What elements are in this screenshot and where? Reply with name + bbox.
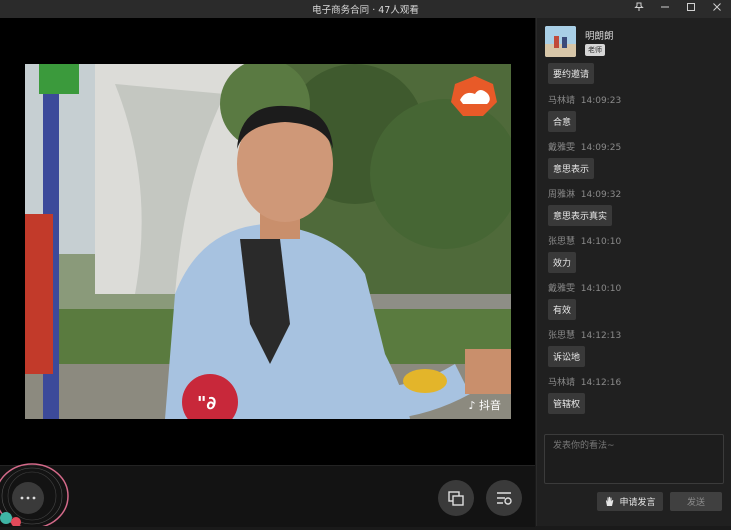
chat-message-text: 有效	[548, 299, 577, 320]
apply-to-speak-label: 申请发言	[619, 498, 656, 508]
chat-message-text: 意思表示	[548, 158, 595, 179]
chat-user: 张思慧	[548, 331, 576, 341]
layout-icon	[448, 491, 464, 506]
chat-time: 14:10:10	[580, 237, 622, 247]
chat-meta: 周雅淋 14:09:32	[548, 187, 621, 201]
chat-time: 14:12:13	[580, 331, 622, 341]
chat-message-text: 管辖权	[548, 393, 586, 414]
avatar	[545, 26, 576, 57]
chat-meta: 戴雅雯 14:09:25	[548, 140, 621, 154]
chat-user: 张思慧	[548, 237, 576, 247]
chat-meta: 戴雅雯 14:10:10	[548, 281, 621, 295]
tiktok-icon: ♪	[468, 399, 476, 412]
list-item: 周雅淋 14:09:32 意思表示真实	[548, 187, 621, 226]
minimize-icon[interactable]	[659, 2, 671, 17]
teacher-role-badge: 老师	[585, 44, 605, 56]
chat-time: 14:09:32	[580, 190, 622, 200]
more-icon	[0, 463, 69, 529]
svg-text:"∂: "∂	[197, 393, 216, 414]
chat-time: 14:12:16	[580, 378, 622, 388]
teacher-info: 明朗朗 老师	[545, 24, 725, 62]
more-button[interactable]	[0, 462, 74, 529]
chat-message-text: 要约邀请	[548, 63, 595, 84]
chat-meta: 张思慧 14:10:10	[548, 234, 621, 248]
video-watermark: ♪ 抖音	[468, 397, 501, 413]
chat-message-text: 合意	[548, 111, 577, 132]
video-frame: "∂	[25, 64, 511, 419]
chat-meta: 马林靖 14:09:23	[548, 93, 621, 107]
send-label: 发送	[686, 498, 705, 508]
video-player[interactable]: "∂ ♪ 抖音	[25, 64, 511, 419]
chat-time: 14:09:25	[580, 143, 622, 153]
chat-meta: 张思慧 14:12:13	[548, 328, 621, 342]
maximize-icon[interactable]	[685, 2, 697, 17]
title-bar: 电子商务合同 · 47人观看	[0, 0, 731, 18]
list-item: 要约邀请	[548, 63, 595, 84]
list-item: 张思慧 14:12:13 诉讼地	[548, 328, 621, 367]
chat-user: 马林靖	[548, 96, 576, 106]
chat-user: 戴雅雯	[548, 143, 576, 153]
chat-time: 14:09:23	[580, 96, 622, 106]
list-item: 马林靖 14:12:16 管辖权	[548, 375, 621, 414]
list-settings-icon	[497, 492, 512, 505]
close-icon[interactable]	[711, 2, 723, 17]
chat-message-text: 意思表示真实	[548, 205, 613, 226]
chat-time: 14:10:10	[580, 284, 622, 294]
comment-input[interactable]	[551, 440, 715, 452]
watermark-text: 抖音	[479, 399, 501, 412]
pin-icon[interactable]	[633, 2, 645, 17]
list-settings-button[interactable]	[486, 480, 522, 516]
chat-list[interactable]: 要约邀请 马林靖 14:09:23 合意 戴雅雯 14:09:25 意思表示 周…	[537, 63, 731, 433]
chat-message-text: 效力	[548, 252, 577, 273]
chat-user: 戴雅雯	[548, 284, 576, 294]
chat-user: 周雅淋	[548, 190, 576, 200]
list-item: 戴雅雯 14:09:25 意思表示	[548, 140, 621, 179]
list-item: 张思慧 14:10:10 效力	[548, 234, 621, 273]
window-title: 电子商务合同 · 47人观看	[312, 5, 419, 16]
chat-message-text: 诉讼地	[548, 346, 586, 367]
teacher-name: 明朗朗	[585, 31, 614, 42]
comment-box[interactable]	[544, 434, 724, 484]
send-button[interactable]: 发送	[670, 492, 722, 511]
chat-user: 马林靖	[548, 378, 576, 388]
apply-to-speak-button[interactable]: 申请发言	[597, 492, 663, 511]
chat-meta: 马林靖 14:12:16	[548, 375, 621, 389]
hand-icon	[606, 496, 614, 506]
list-item: 戴雅雯 14:10:10 有效	[548, 281, 621, 320]
layout-button[interactable]	[438, 480, 474, 516]
list-item: 马林靖 14:09:23 合意	[548, 93, 621, 132]
